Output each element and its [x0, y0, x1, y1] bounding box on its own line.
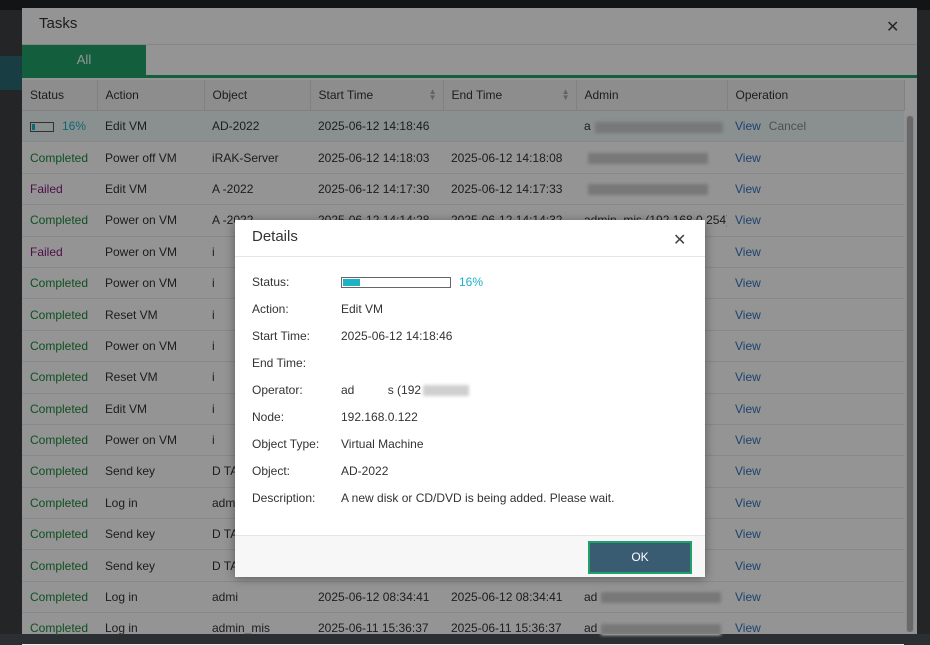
details-title: Details	[252, 228, 298, 245]
close-icon[interactable]: ✕	[673, 230, 686, 250]
progress-percent: 16%	[459, 275, 484, 289]
detail-label: Operator:	[252, 383, 303, 397]
detail-value: 2025-06-12 14:18:46	[341, 329, 453, 343]
detail-value: 192.168.0.122	[341, 410, 418, 424]
progress-bar	[341, 277, 451, 289]
detail-value: Edit VM	[341, 302, 384, 316]
detail-value: ad s (192	[341, 381, 470, 399]
details-footer: OK	[235, 535, 705, 577]
ok-button[interactable]: OK	[588, 541, 692, 574]
detail-label: Object Type:	[252, 437, 320, 451]
progress-fill	[343, 279, 360, 287]
detail-label: Start Time:	[252, 329, 311, 343]
detail-label: Description:	[252, 491, 316, 505]
details-header: Details ✕	[235, 220, 705, 257]
detail-value: AD-2022	[341, 464, 389, 478]
operator-text: ad s (192	[341, 383, 422, 397]
detail-label: Action:	[252, 302, 289, 316]
detail-value: 16%	[341, 273, 483, 291]
detail-label: Node:	[252, 410, 285, 424]
details-body: Status: 16% Action: Edit VM Start Time: …	[235, 257, 705, 536]
redacted-block	[423, 385, 470, 397]
detail-label: Status:	[252, 275, 290, 289]
detail-label: Object:	[252, 464, 291, 478]
detail-value: A new disk or CD/DVD is being added. Ple…	[341, 491, 615, 505]
detail-label: End Time:	[252, 356, 307, 370]
details-dialog: Details ✕ Status: 16% Action: Edit VM St…	[235, 220, 705, 577]
detail-value: Virtual Machine	[341, 437, 424, 451]
